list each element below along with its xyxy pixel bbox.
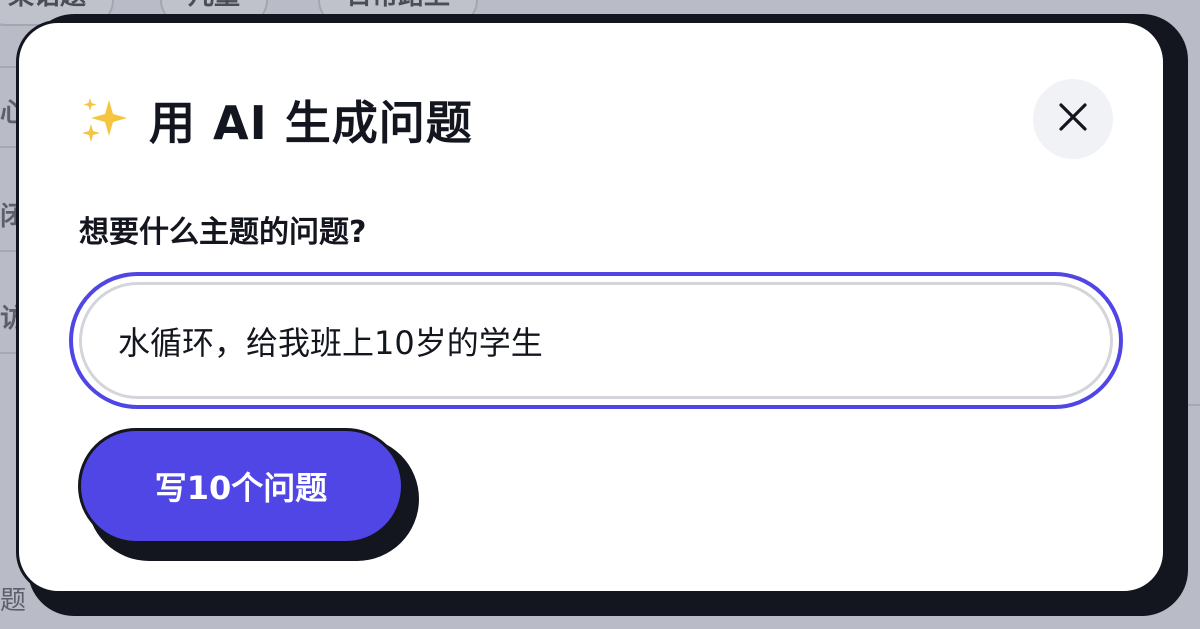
ai-generate-dialog: 用 AI 生成问题 想要什么主题的问题? 写10个问题	[16, 20, 1166, 594]
close-icon	[1057, 101, 1089, 137]
background-divider	[1186, 404, 1200, 406]
background-divider	[0, 352, 16, 354]
close-button[interactable]	[1033, 79, 1113, 159]
topic-field-label: 想要什么主题的问题?	[79, 215, 367, 250]
background-side-text: 题	[0, 586, 27, 616]
generate-questions-button[interactable]: 写10个问题	[78, 428, 404, 544]
dialog-header: 用 AI 生成问题	[79, 87, 473, 153]
sparkles-icon	[79, 94, 131, 146]
dialog-title: 用 AI 生成问题	[149, 96, 473, 150]
background-divider	[0, 146, 16, 148]
topic-input[interactable]	[79, 282, 1113, 399]
background-divider	[0, 250, 16, 252]
background-divider	[0, 66, 16, 68]
topic-input-focus-ring	[69, 272, 1123, 409]
